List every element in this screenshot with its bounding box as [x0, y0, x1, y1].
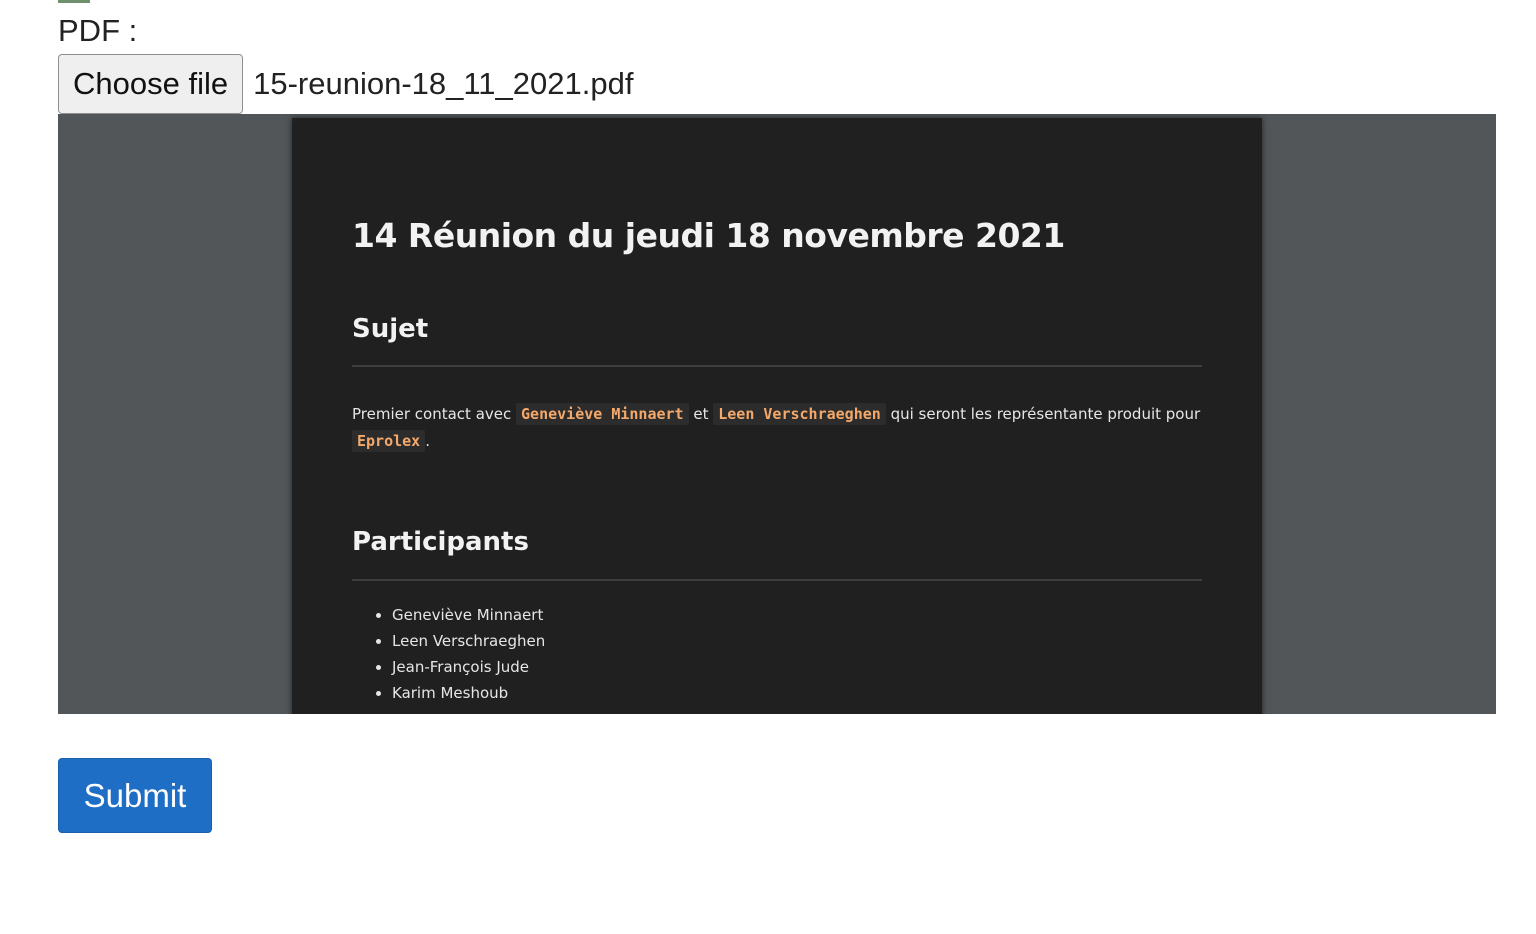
top-sliver — [58, 0, 90, 3]
sujet-text-part: Premier contact avec — [352, 405, 517, 423]
sujet-divider — [352, 365, 1202, 367]
selected-file-name: 15-reunion-18_11_2021.pdf — [253, 66, 634, 101]
pdf-label: PDF : — [58, 13, 138, 48]
list-item: Jean-François Jude — [392, 654, 545, 680]
list-item: Geneviève Minnaert — [392, 602, 545, 628]
list-item: Karim Meshoub — [392, 680, 545, 706]
pdf-preview-viewer[interactable]: 14 Réunion du jeudi 18 novembre 2021 Suj… — [58, 114, 1496, 714]
sujet-text-part: . — [425, 432, 430, 450]
code-name-leen: Leen Verschraeghen — [713, 403, 886, 425]
sujet-paragraph: Premier contact avec Geneviève Minnaert … — [352, 401, 1212, 455]
participants-heading: Participants — [352, 527, 529, 557]
list-item: Leen Verschraeghen — [392, 628, 545, 654]
code-name-eprolex: Eprolex — [352, 430, 426, 452]
file-input-row: Choose file 15-reunion-18_11_2021.pdf — [58, 54, 633, 114]
submit-button[interactable]: Submit — [58, 758, 212, 833]
participants-divider — [352, 579, 1202, 581]
code-name-genevieve: Geneviève Minnaert — [516, 403, 689, 425]
choose-file-button[interactable]: Choose file — [58, 54, 244, 114]
document-title: 14 Réunion du jeudi 18 novembre 2021 — [352, 216, 1065, 255]
sujet-text-part: et — [688, 405, 714, 423]
participants-list: Geneviève Minnaert Leen Verschraeghen Je… — [372, 602, 545, 706]
sujet-heading: Sujet — [352, 314, 429, 344]
sujet-text-part: qui seront les représentante produit pou… — [885, 405, 1201, 423]
pdf-page: 14 Réunion du jeudi 18 novembre 2021 Suj… — [292, 118, 1262, 714]
